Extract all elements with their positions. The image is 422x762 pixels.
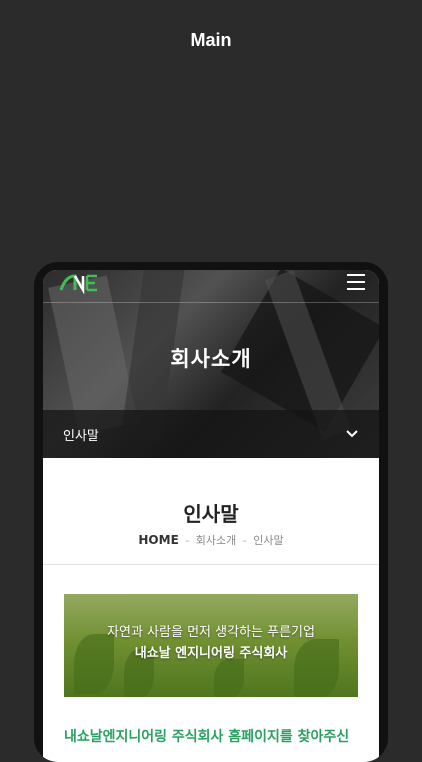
hero-divider (43, 302, 379, 303)
breadcrumb: HOME - 회사소개 - 인사말 (43, 532, 379, 548)
breadcrumb-level1-link[interactable]: 회사소개 (196, 534, 236, 547)
breadcrumb-separator: - (185, 534, 190, 547)
breadcrumb-separator: - (242, 534, 247, 547)
hero-section: 회사소개 인사말 (43, 270, 379, 458)
subnav-dropdown[interactable]: 인사말 (43, 410, 379, 458)
section-title: 인사말 (183, 502, 239, 526)
intro-text: 내쇼날엔지니어링 주식회사 홈페이지를 찾아주신 (64, 729, 350, 745)
banner-company-name: 내쇼날 엔지니어링 주식회사 (134, 646, 288, 661)
subnav-label: 인사말 (63, 428, 99, 444)
chevron-down-icon (346, 430, 358, 438)
page-title: Main (190, 30, 232, 50)
banner-text: 자연과 사람을 먼저 생각하는 푸른기업 내쇼날 엔지니어링 주식회사 (64, 622, 358, 664)
breadcrumb-current: 인사말 (253, 534, 284, 547)
phone-screen: 회사소개 인사말 인사말 HOME - 회사소개 - 인사말 자연과 사람을 먼… (43, 270, 379, 762)
breadcrumb-home-link[interactable]: HOME (138, 533, 178, 547)
greeting-banner: 자연과 사람을 먼저 생각하는 푸른기업 내쇼날 엔지니어링 주식회사 (64, 594, 358, 697)
phone-frame: 회사소개 인사말 인사말 HOME - 회사소개 - 인사말 자연과 사람을 먼… (34, 262, 388, 762)
hero-title: 회사소개 (170, 347, 252, 371)
section-divider (43, 564, 379, 565)
banner-slogan: 자연과 사람을 먼저 생각하는 푸른기업 (107, 625, 315, 640)
hamburger-menu-icon[interactable] (347, 274, 365, 290)
company-logo[interactable] (57, 272, 101, 294)
